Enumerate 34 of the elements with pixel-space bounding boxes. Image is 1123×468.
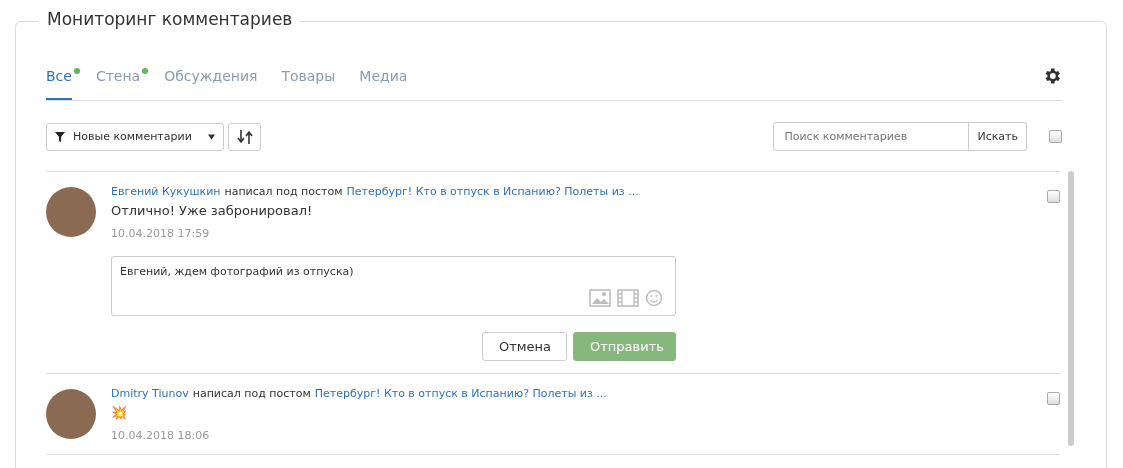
caret-icon	[208, 133, 215, 140]
tab[interactable]: Медиа	[359, 64, 408, 100]
comment-context: написал под постом	[224, 185, 343, 198]
search-button[interactable]: Искать	[969, 122, 1027, 151]
author-link[interactable]: Евгений Кукушкин	[111, 185, 221, 198]
tab[interactable]: Обсуждения	[164, 64, 258, 100]
post-link[interactable]: Петербург! Кто в отпуск в Испанию? Полеты из ...	[314, 387, 607, 400]
comment-context: написал под постом	[192, 387, 311, 400]
avatar-photo-placeholder	[46, 187, 96, 237]
sort-button[interactable]	[228, 122, 261, 151]
author-link[interactable]: Dmitry Tiunov	[111, 387, 189, 400]
scrollbar[interactable]	[1068, 171, 1074, 446]
smiley-icon[interactable]	[645, 289, 663, 307]
sort-icon	[236, 129, 253, 144]
panel-title: Мониторинг комментариев	[39, 9, 301, 29]
tab[interactable]: Товары	[281, 64, 336, 100]
comment-checkbox[interactable]	[1047, 190, 1060, 203]
filter-icon	[55, 131, 65, 142]
film-icon[interactable]	[617, 289, 639, 307]
reply-field[interactable]: Евгений, ждем фотографий из отпуска)	[111, 256, 676, 316]
image-icon[interactable]	[589, 289, 611, 307]
tab[interactable]: Все	[46, 64, 72, 100]
tab[interactable]: Стена	[95, 64, 141, 100]
filter-dropdown[interactable]: Новые комментарии	[46, 122, 224, 151]
search-field[interactable]: Поиск комментариев	[773, 122, 970, 151]
select-all-checkbox[interactable]	[1049, 130, 1062, 143]
post-link[interactable]: Петербург! Кто в отпуск в Испанию? Полеты из ...	[346, 185, 639, 198]
cancel-button[interactable]: Отмена	[482, 332, 567, 361]
comment-time: 10.04.2018 18:06	[111, 429, 211, 442]
comment-text: 💥	[111, 405, 128, 420]
comment-text: Отлично! Уже забронировал!	[111, 203, 314, 218]
comment-checkbox[interactable]	[1047, 392, 1060, 405]
avatar-photo-placeholder	[46, 389, 96, 439]
comment-time: 10.04.2018 17:59	[111, 227, 211, 240]
